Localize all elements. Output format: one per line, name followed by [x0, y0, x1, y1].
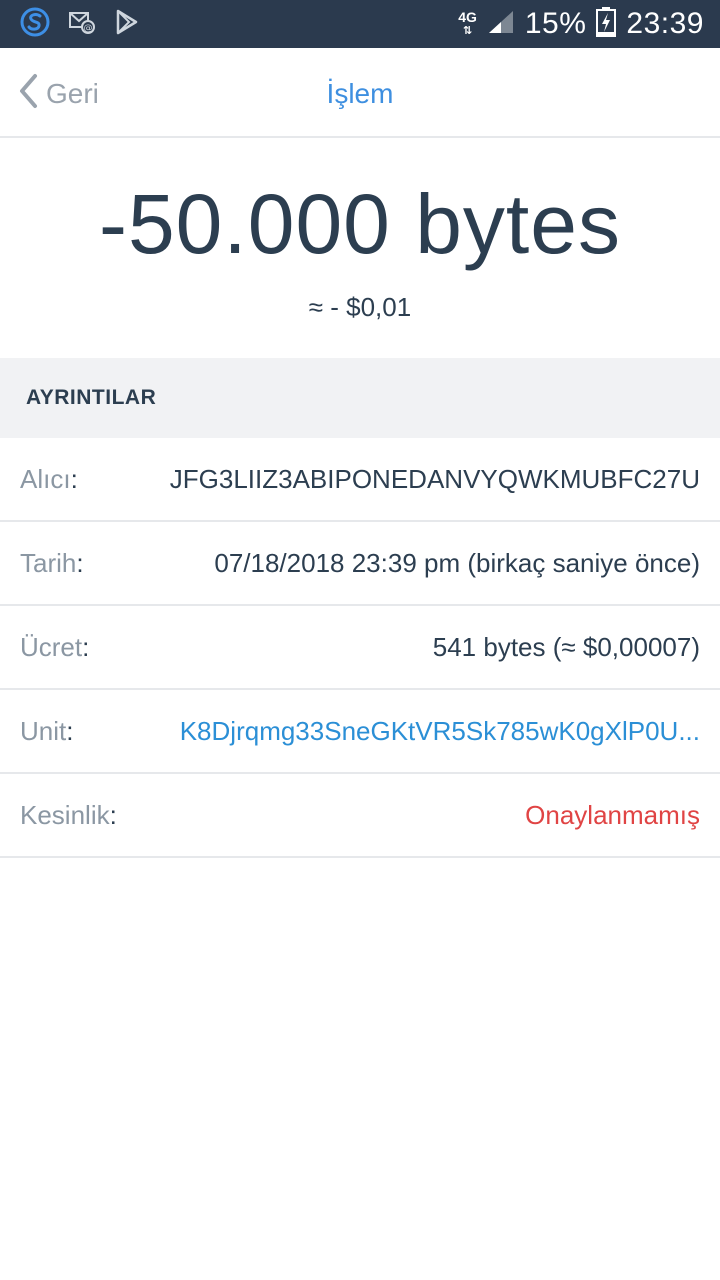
detail-label: Kesinlik: — [20, 799, 117, 830]
detail-row-unit: Unit: K8Djrqmg33SneGKtVR5Sk785wK0gXlP0U.… — [0, 690, 720, 774]
data-arrows-icon: ⇅ — [462, 25, 473, 37]
play-store-icon — [114, 9, 140, 40]
clock: 23:39 — [626, 7, 704, 40]
detail-label: Unit: — [20, 715, 74, 746]
detail-label: Alıcı: — [20, 463, 78, 494]
details-section-header: AYRINTILAR — [0, 358, 720, 438]
email-notification-icon: @ — [68, 9, 96, 40]
s-app-icon — [20, 7, 50, 42]
app-header: Geri İşlem — [0, 48, 720, 138]
fiat-equivalent: ≈ - $0,01 — [308, 292, 412, 322]
detail-label: Ücret: — [20, 631, 90, 662]
detail-row-fee: Ücret: 541 bytes (≈ $0,00007) — [0, 606, 720, 690]
transaction-fee: 541 bytes (≈ $0,00007) — [432, 631, 700, 662]
detail-row-date: Tarih: 07/18/2018 23:39 pm (birkaç saniy… — [0, 522, 720, 606]
section-title: AYRINTILAR — [26, 386, 157, 409]
status-bar: @ 4G ⇅ 15% 23:39 — [0, 0, 720, 48]
svg-text:@: @ — [84, 23, 93, 33]
detail-row-recipient: Alıcı: JFG3LIIZ3ABIPONEDANVYQWKMUBFC27U — [0, 438, 720, 522]
network-type-indicator: 4G ⇅ — [458, 10, 477, 38]
unit-hash-link[interactable]: K8Djrqmg33SneGKtVR5Sk785wK0gXlP0U... — [180, 716, 700, 747]
recipient-address: JFG3LIIZ3ABIPONEDANVYQWKMUBFC27U — [169, 463, 700, 494]
battery-percent: 15% — [524, 7, 587, 40]
transaction-amount: -50.000 bytes — [98, 177, 621, 271]
detail-label: Tarih: — [20, 547, 84, 578]
transaction-date: 07/18/2018 23:39 pm (birkaç saniye önce) — [214, 547, 700, 578]
signal-icon — [487, 9, 515, 40]
details-list: Alıcı: JFG3LIIZ3ABIPONEDANVYQWKMUBFC27U … — [0, 438, 720, 858]
network-type-label: 4G — [458, 9, 477, 25]
detail-row-finality: Kesinlik: Onaylanmamış — [0, 774, 720, 858]
battery-charging-icon — [596, 6, 617, 42]
page-title: İşlem — [326, 78, 394, 109]
finality-status: Onaylanmamış — [525, 799, 700, 830]
